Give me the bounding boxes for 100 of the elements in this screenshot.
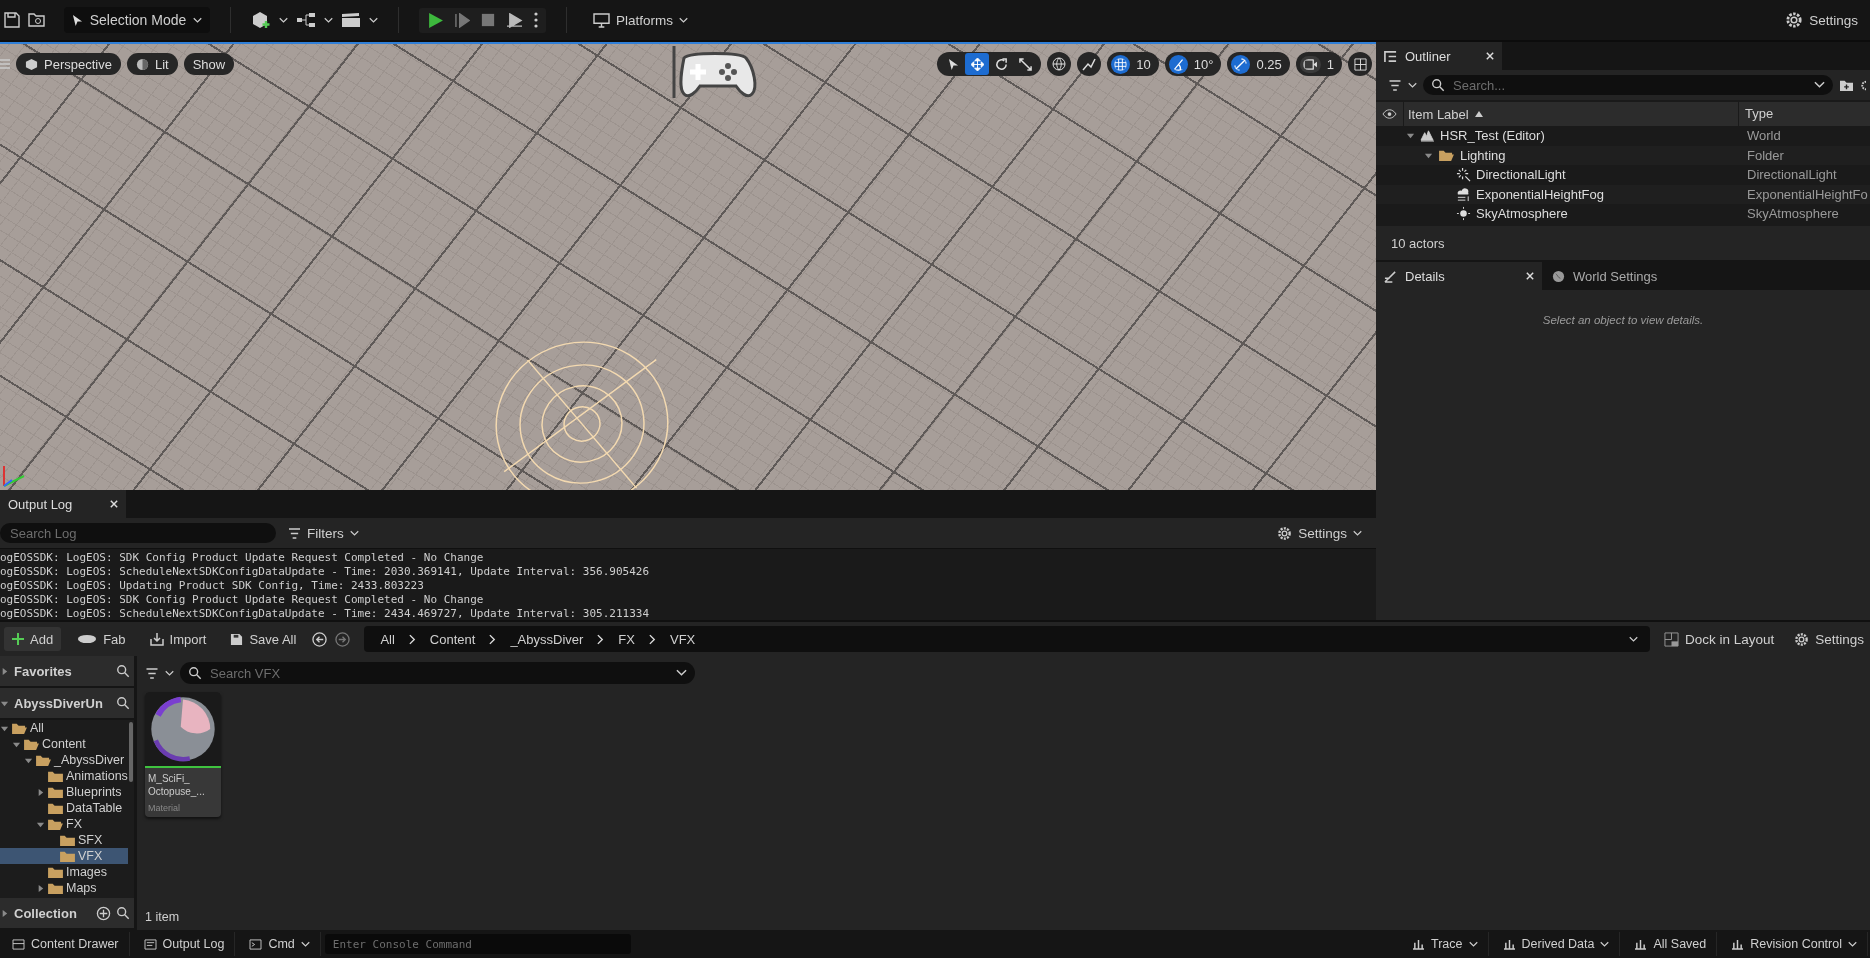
chevron-down-icon[interactable] [349, 529, 359, 537]
chevron-down-icon[interactable] [300, 940, 310, 948]
breadcrumb-link[interactable]: VFX [669, 631, 696, 647]
viewport-scene[interactable]: Perspective Lit Show 10 10° 0.25 1 [0, 42, 1376, 490]
sort-up-icon[interactable] [1474, 111, 1483, 117]
outliner-item-label[interactable]: Lighting [1460, 147, 1506, 163]
chevron-down-icon[interactable] [193, 16, 202, 24]
revision-control-button[interactable]: Revision Control [1721, 932, 1868, 956]
search-icon[interactable] [116, 906, 130, 920]
save-icon[interactable] [4, 12, 20, 28]
scrollbar-thumb[interactable] [128, 722, 133, 782]
add-button[interactable]: Add [4, 627, 62, 651]
eye-icon[interactable] [1382, 109, 1397, 119]
filter-icon[interactable] [1388, 79, 1402, 91]
breadcrumb-link[interactable]: FX [618, 631, 635, 647]
fab-button[interactable]: Fab [69, 627, 134, 651]
folder-tree-item[interactable]: SFX [0, 832, 128, 848]
filters-button[interactable]: Filters [282, 521, 365, 545]
outliner-item-label[interactable]: HSR_Test (Editor) [1440, 128, 1545, 144]
asset-tile[interactable]: M_SciFi_ Octopuse_... Material [145, 692, 221, 817]
dock-in-layout-button[interactable]: Dock in Layout [1657, 627, 1781, 651]
outliner-item-label[interactable]: SkyAtmosphere [1476, 206, 1568, 222]
scale-snap-button[interactable]: 0.25 [1227, 52, 1290, 76]
folder-tree-item[interactable]: All [0, 720, 128, 736]
folder-tree-item[interactable]: _AbyssDiver [0, 752, 128, 768]
log-settings-button[interactable]: Settings [1271, 521, 1368, 545]
outliner-item-label[interactable]: DirectionalLight [1476, 167, 1566, 183]
layout-icon[interactable] [1348, 52, 1372, 76]
content-drawer-button[interactable]: Content Drawer [2, 932, 130, 956]
camera-snap-button[interactable]: 1 [1295, 52, 1342, 76]
outliner-item-label[interactable]: ExponentialHeightFog [1476, 186, 1604, 202]
chevron-down-icon[interactable] [1628, 635, 1638, 643]
viewport-view-button[interactable]: Perspective [16, 53, 121, 75]
more-icon[interactable] [534, 12, 538, 28]
chevron-down-icon[interactable] [1600, 940, 1610, 948]
tree-section-header[interactable]: Collection [0, 898, 134, 930]
details-tab[interactable]: Details [1376, 262, 1542, 290]
platforms-button[interactable]: Platforms [587, 8, 694, 32]
caret-icon[interactable] [36, 883, 45, 893]
search-log-field[interactable]: Search Log [0, 523, 276, 543]
folder-tree-item[interactable]: Content [0, 736, 128, 752]
chevron-down-icon[interactable] [1408, 81, 1417, 89]
outliner-search-field[interactable]: Search... [1423, 75, 1833, 95]
surface-snap-icon[interactable] [1077, 52, 1102, 76]
output-log-button[interactable]: Output Log [133, 932, 236, 956]
chevron-down-icon[interactable] [165, 669, 174, 677]
details-tab[interactable]: World Settings [1542, 262, 1666, 290]
mode-dropdown[interactable]: Selection Mode [64, 7, 210, 33]
folder-search-icon[interactable] [28, 12, 46, 28]
search-input[interactable]: Search VFX [210, 665, 668, 681]
caret-icon[interactable] [1406, 131, 1415, 141]
chevron-down-icon[interactable] [1353, 529, 1362, 537]
caret-icon[interactable] [0, 666, 9, 676]
stop-icon[interactable] [481, 13, 495, 27]
chevron-down-icon[interactable] [679, 16, 688, 24]
folder-tree-item[interactable]: Animations [0, 768, 128, 784]
import-button[interactable]: Import [141, 627, 215, 651]
step-forward-icon[interactable] [455, 12, 470, 28]
grid-snap-button[interactable]: 10 [1107, 52, 1159, 76]
caret-icon[interactable] [36, 787, 45, 797]
chevron-down-icon[interactable] [369, 16, 378, 24]
search-icon[interactable] [116, 696, 130, 710]
move-arrows-icon[interactable] [965, 53, 990, 75]
chevron-down-icon[interactable] [1848, 940, 1857, 948]
angle-snap-button[interactable]: 10° [1164, 52, 1222, 76]
column-header[interactable]: Item Label [1408, 106, 1469, 122]
breadcrumb-link[interactable]: _AbyssDiver [510, 631, 584, 647]
cube-add-icon[interactable] [251, 11, 271, 29]
blueprint-nodes-icon[interactable] [296, 12, 316, 28]
viewport-view-button[interactable]: Show [183, 53, 235, 75]
all-saved-button[interactable]: All Saved [1624, 932, 1718, 956]
derived-data-button[interactable]: Derived Data [1492, 932, 1621, 956]
output-log-tab[interactable]: Output Log [0, 490, 126, 518]
asset-search-field[interactable]: Search VFX [180, 662, 695, 684]
chevron-down-icon[interactable] [1814, 81, 1825, 89]
caret-icon[interactable] [0, 908, 9, 918]
chevron-down-icon[interactable] [279, 16, 288, 24]
search-icon[interactable] [116, 664, 130, 678]
cmd-button[interactable]: Cmd [239, 932, 321, 956]
folder-tree-item[interactable]: VFX [0, 848, 128, 864]
outliner-tab[interactable]: Outliner [1376, 42, 1502, 70]
viewport-view-button[interactable]: Lit [126, 53, 178, 75]
breadcrumb-link[interactable]: Content [429, 631, 476, 647]
settings-button[interactable]: Settings [1779, 8, 1864, 32]
add-circle-icon[interactable] [96, 905, 111, 921]
breadcrumb-link[interactable]: All [380, 631, 395, 647]
globe-icon[interactable] [1047, 52, 1072, 76]
play-icon[interactable] [427, 11, 444, 29]
folder-tree-item[interactable]: Maps [0, 880, 128, 896]
chevron-down-icon[interactable] [1468, 940, 1478, 948]
save-all-button[interactable]: Save All [222, 627, 305, 651]
tree-section-header[interactable]: Favorites [0, 656, 134, 688]
trace-button[interactable]: Trace [1402, 932, 1489, 956]
folder-tree-item[interactable]: Images [0, 864, 128, 880]
folder-tree-item[interactable]: FX [0, 816, 128, 832]
cb-settings-button[interactable]: Settings [1788, 627, 1870, 651]
folder-add-icon[interactable] [1839, 78, 1854, 92]
eject-icon[interactable] [506, 12, 523, 28]
chevron-down-icon[interactable] [324, 16, 333, 24]
chevron-down-icon[interactable] [676, 669, 687, 677]
